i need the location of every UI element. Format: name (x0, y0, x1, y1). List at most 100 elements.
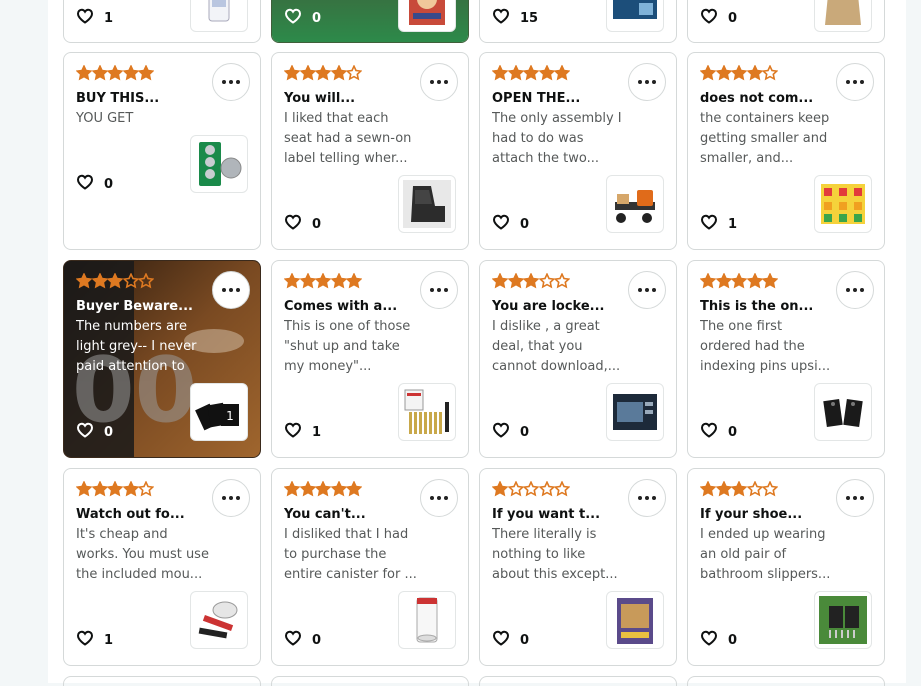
review-title[interactable]: Comes with a... (284, 299, 414, 319)
heart-icon[interactable] (76, 173, 94, 195)
like-control[interactable]: 15 (492, 8, 538, 28)
more-options-button[interactable] (628, 479, 666, 517)
heart-icon[interactable] (76, 7, 94, 29)
review-title[interactable]: This is the on... (700, 299, 830, 319)
like-control[interactable]: 0 (284, 214, 321, 234)
review-card[interactable]: You are locke... I dislike , a great deal,… (479, 260, 677, 458)
review-card[interactable]: BUY THIS... YOU GET 0 (63, 52, 261, 250)
like-control[interactable]: 0 (700, 422, 737, 442)
like-control[interactable]: 0 (76, 174, 113, 194)
like-control[interactable]: 0 (76, 422, 113, 442)
review-card[interactable]: OPEN THE... The only assembly I had to do … (479, 52, 677, 250)
like-control[interactable]: 0 (492, 422, 529, 442)
review-title[interactable]: Buyer Beware... (76, 299, 206, 319)
star-fill-icon (107, 65, 124, 81)
product-thumbnail[interactable] (606, 383, 664, 441)
more-options-button[interactable] (836, 479, 874, 517)
star-fill-icon (746, 65, 763, 81)
like-control[interactable]: 1 (700, 214, 737, 234)
heart-icon[interactable] (492, 213, 510, 235)
heart-icon[interactable] (700, 213, 718, 235)
like-control[interactable]: 0 (492, 214, 529, 234)
heart-icon[interactable] (284, 213, 302, 235)
product-thumbnail[interactable] (398, 175, 456, 233)
product-thumbnail[interactable]: 1 (190, 383, 248, 441)
product-thumbnail[interactable] (190, 135, 248, 193)
more-options-button[interactable] (420, 479, 458, 517)
review-body-line: my money"... (284, 359, 372, 374)
review-card-partial[interactable]: 0 (687, 0, 885, 43)
product-thumbnail[interactable] (398, 591, 456, 649)
heart-icon[interactable] (76, 629, 94, 651)
star-full-icon (731, 65, 748, 81)
like-control[interactable]: 0 (700, 630, 737, 650)
like-control[interactable]: 0 (492, 630, 529, 650)
more-options-button[interactable] (836, 63, 874, 101)
product-thumbnail[interactable] (814, 175, 872, 233)
review-title[interactable]: You will... (284, 91, 414, 111)
star-fill-icon (507, 273, 524, 289)
more-options-button[interactable] (628, 271, 666, 309)
heart-icon[interactable] (492, 421, 510, 443)
review-title[interactable]: BUY THIS... (76, 91, 206, 111)
product-thumbnail[interactable] (190, 0, 248, 32)
review-title[interactable]: If your shoe... (700, 507, 830, 527)
review-card-partial[interactable]: 1 (63, 0, 261, 43)
dot-icon (638, 496, 642, 500)
product-thumbnail[interactable] (814, 591, 872, 649)
like-control[interactable]: 1 (76, 630, 113, 650)
heart-icon[interactable] (700, 629, 718, 651)
review-card[interactable]: If your shoe... I ended up wearing an old … (687, 468, 885, 666)
product-thumbnail[interactable] (814, 383, 872, 441)
heart-icon[interactable] (492, 629, 510, 651)
more-options-button[interactable] (212, 271, 250, 309)
star-fill-icon (315, 273, 332, 289)
like-control[interactable]: 1 (76, 8, 113, 28)
product-thumbnail[interactable] (398, 0, 456, 32)
product-thumbnail[interactable] (398, 383, 456, 441)
review-title[interactable]: You can't... (284, 507, 414, 527)
more-options-button[interactable] (420, 271, 458, 309)
review-card[interactable]: You can't... I disliked that I had to purc… (271, 468, 469, 666)
star-rating (492, 65, 571, 83)
like-control[interactable]: 0 (284, 8, 321, 28)
review-title[interactable]: does not com... (700, 91, 830, 111)
product-thumbnail[interactable] (606, 175, 664, 233)
like-control[interactable]: 0 (284, 630, 321, 650)
heart-icon[interactable] (284, 629, 302, 651)
review-card[interactable]: 00 Buyer Beware... The numbers are light gr… (63, 260, 261, 458)
heart-icon[interactable] (700, 421, 718, 443)
review-title[interactable]: You are locke... (492, 299, 622, 319)
review-card[interactable]: If you want t... There literally is nothin… (479, 468, 677, 666)
heart-icon[interactable] (284, 421, 302, 443)
review-card[interactable]: Comes with a... This is one of those "shut… (271, 260, 469, 458)
review-title[interactable]: If you want t... (492, 507, 622, 527)
review-title[interactable]: Watch out fo... (76, 507, 206, 527)
more-options-button[interactable] (212, 479, 250, 517)
product-thumbnail[interactable] (606, 0, 664, 32)
like-count: 0 (312, 632, 322, 648)
dot-icon (437, 496, 441, 500)
more-options-button[interactable] (836, 271, 874, 309)
like-control[interactable]: 0 (700, 8, 737, 28)
heart-icon[interactable] (492, 7, 510, 29)
review-card[interactable]: Watch out fo... It's cheap and works. You … (63, 468, 261, 666)
heart-icon[interactable] (284, 7, 302, 29)
more-options-button[interactable] (212, 63, 250, 101)
product-thumbnail[interactable] (606, 591, 664, 649)
review-card[interactable]: This is the on... The one first ordered ha… (687, 260, 885, 458)
review-card-partial[interactable]: 15 (479, 0, 677, 43)
product-thumbnail[interactable] (190, 591, 248, 649)
heart-icon[interactable] (76, 421, 94, 443)
like-control[interactable]: 1 (284, 422, 321, 442)
star-full-icon (122, 65, 139, 81)
review-card-partial[interactable]: 0 (271, 0, 469, 43)
product-thumbnail[interactable] (814, 0, 872, 32)
more-options-button[interactable] (420, 63, 458, 101)
star-fill-icon (122, 65, 139, 81)
review-title[interactable]: OPEN THE... (492, 91, 622, 111)
heart-icon[interactable] (700, 7, 718, 29)
review-card[interactable]: You will... I liked that each seat had a s… (271, 52, 469, 250)
review-card[interactable]: does not com... the containers keep gettin… (687, 52, 885, 250)
more-options-button[interactable] (628, 63, 666, 101)
